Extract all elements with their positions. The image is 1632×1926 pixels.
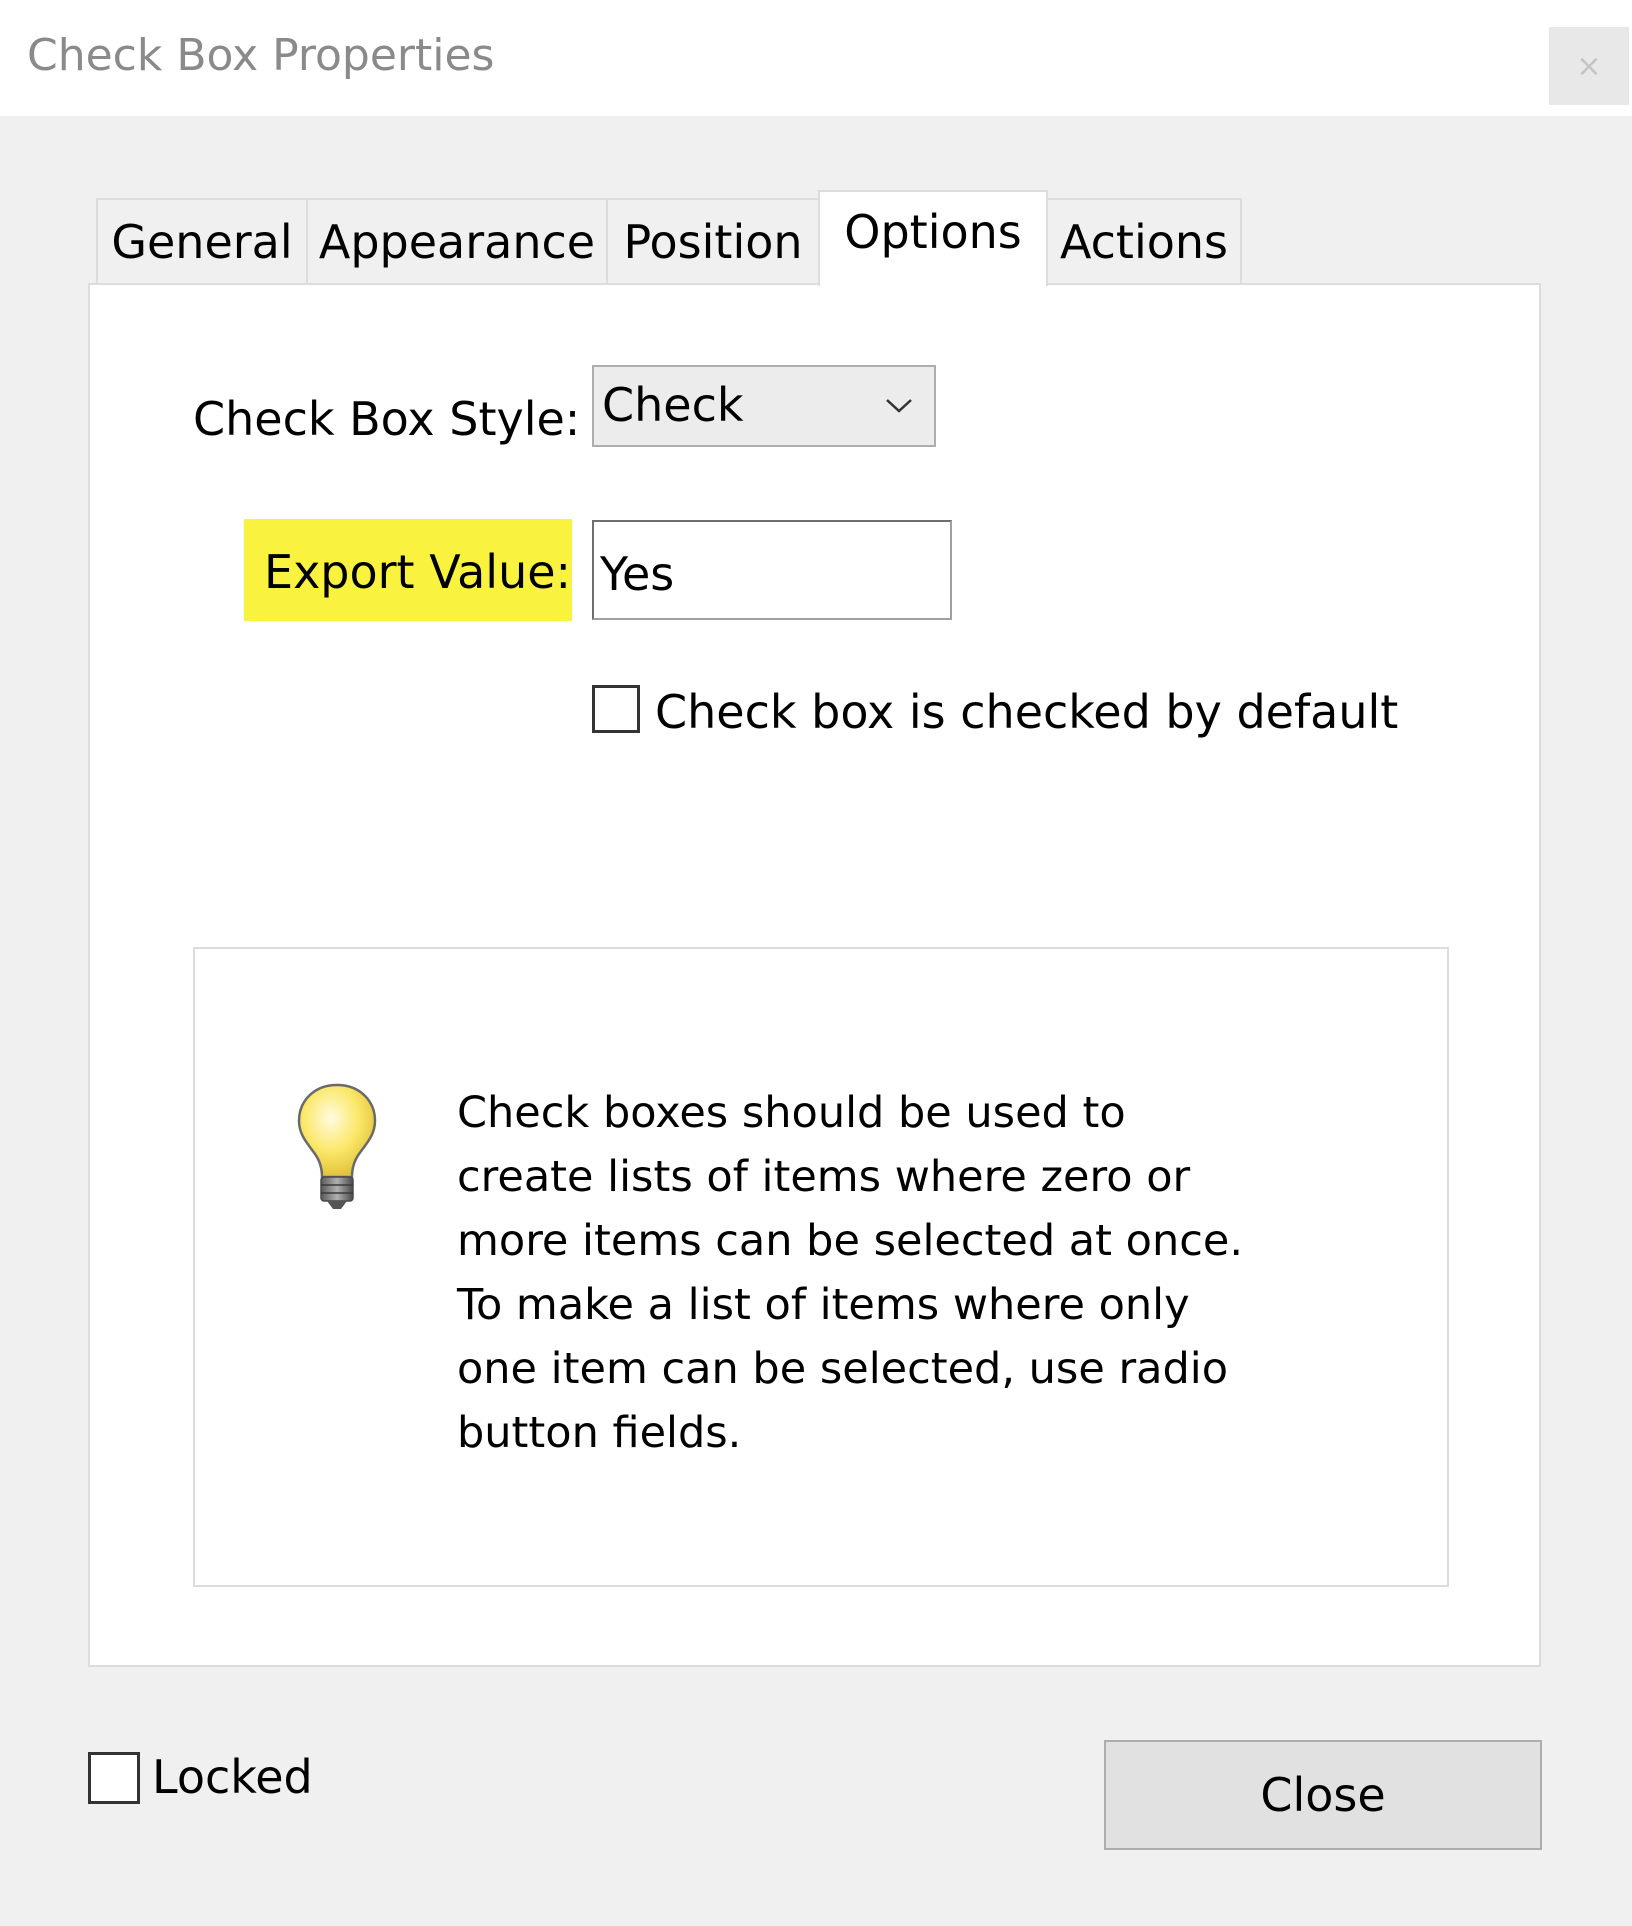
checked-by-default-checkbox[interactable] [592,685,640,733]
chevron-down-icon [864,367,934,445]
export-value-highlight: Export Value: [244,519,572,621]
checked-by-default-label: Check box is checked by default [655,685,1399,739]
lightbulb-icon [297,1083,377,1209]
check-box-style-dropdown[interactable]: Check [592,365,936,447]
check-box-style-label: Check Box Style: [193,392,581,446]
options-panel: Check Box Style: Check Export Value: Che… [88,283,1541,1667]
title-bar: Check Box Properties × [0,0,1632,116]
tip-text: Check boxes should be used to create lis… [457,1088,1243,1458]
close-button[interactable]: Close [1104,1740,1542,1850]
tab-appearance[interactable]: Appearance [306,198,608,284]
tab-position[interactable]: Position [606,198,820,284]
export-value-label: Export Value: [264,545,572,599]
locked-checkbox[interactable] [88,1752,140,1804]
tab-general[interactable]: General [96,198,308,284]
export-value-input[interactable] [592,520,952,620]
close-icon[interactable]: × [1549,27,1629,105]
window-title: Check Box Properties [27,30,495,81]
tab-options[interactable]: Options [818,190,1048,286]
locked-label: Locked [152,1750,313,1804]
tab-actions[interactable]: Actions [1046,198,1242,284]
tip-box: Check boxes should be used to create lis… [193,947,1449,1587]
check-box-style-value: Check [602,378,744,432]
